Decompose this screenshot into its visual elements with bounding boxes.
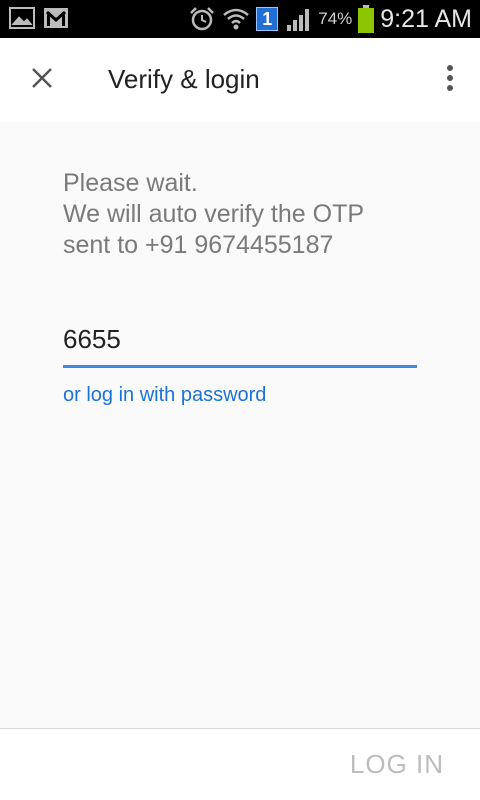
gmail-icon <box>42 4 70 32</box>
wifi-icon <box>222 5 250 33</box>
otp-value: 6655 <box>63 324 121 354</box>
battery-percent: 74% <box>318 9 353 28</box>
app-toolbar: Verify & login <box>0 38 480 122</box>
message-line-3: sent to +91 9674455187 <box>63 231 334 259</box>
close-icon <box>31 67 53 94</box>
signal-icon <box>284 5 312 33</box>
close-button[interactable] <box>20 58 64 102</box>
more-options-button[interactable] <box>438 60 462 100</box>
otp-input[interactable]: 6655 <box>63 320 417 368</box>
bottom-action-bar: LOG IN <box>0 729 480 800</box>
message-line-1: Please wait. <box>63 169 198 197</box>
page-title: Verify & login <box>108 64 260 94</box>
more-vertical-icon <box>446 64 454 97</box>
gallery-icon <box>8 4 36 32</box>
status-bar: 1 74% 9:21 AM <box>0 0 480 38</box>
message-line-2: We will auto verify the OTP <box>63 200 365 228</box>
battery-icon <box>358 5 375 33</box>
login-button[interactable]: LOG IN <box>350 749 444 780</box>
notification-count: 1 <box>262 9 273 29</box>
verification-message: Please wait. We will auto verify the OTP… <box>63 168 423 261</box>
notification-badge-icon: 1 <box>256 7 279 31</box>
alarm-icon <box>188 5 216 33</box>
clock-time: 9:21 AM <box>380 4 472 33</box>
login-with-password-link[interactable]: or log in with password <box>63 384 266 407</box>
